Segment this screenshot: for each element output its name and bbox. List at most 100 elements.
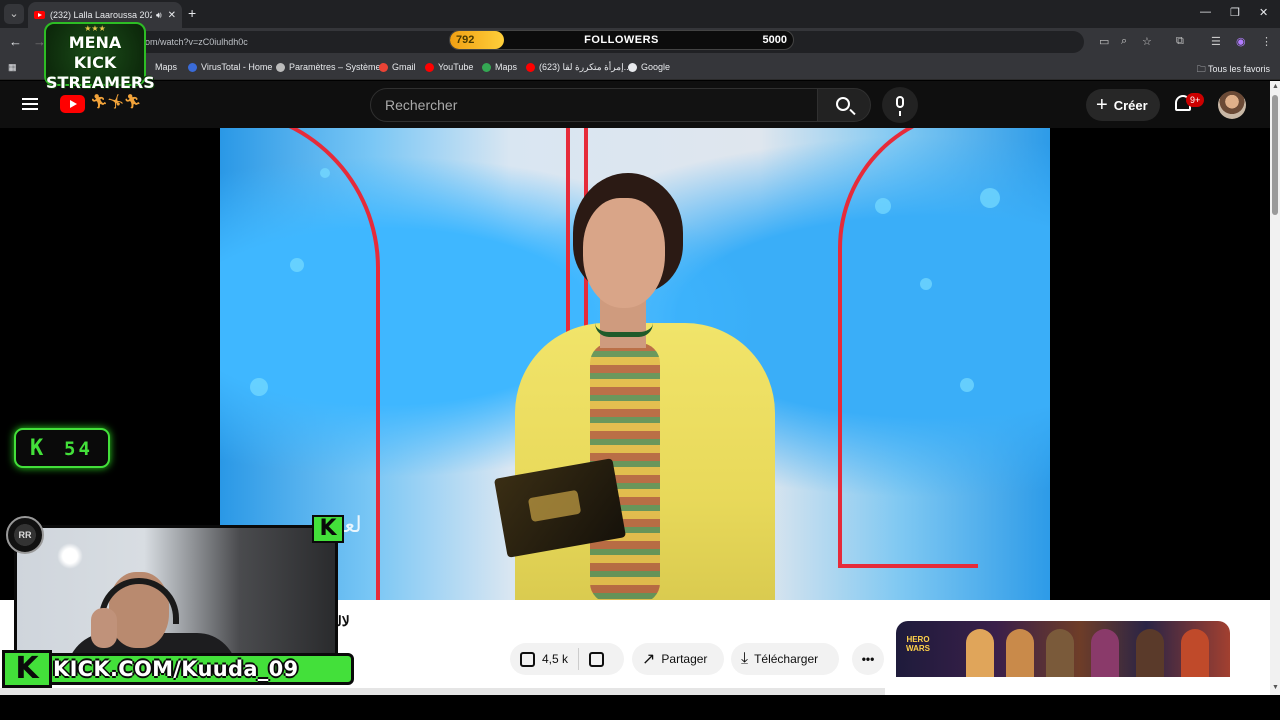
reading-list-icon[interactable]: ☰ — [1211, 35, 1221, 48]
like-divider — [578, 648, 580, 670]
share-button[interactable]: ↗ Partager — [632, 643, 724, 675]
description-divider — [0, 688, 885, 695]
bookmark-parametres[interactable]: Paramètres – Système — [276, 62, 381, 72]
create-label: Créer — [1113, 97, 1148, 113]
bookmark-label: YouTube — [438, 62, 474, 72]
bokeh-light — [980, 188, 1000, 208]
new-tab-button[interactable]: + — [188, 5, 196, 21]
bookmark-google[interactable]: Google — [628, 62, 670, 72]
tab-close-icon[interactable]: ✕ — [168, 10, 176, 21]
streamer-webcam — [14, 525, 338, 657]
scroll-down-arrow-icon[interactable]: ▼ — [1272, 684, 1279, 691]
ad-logo-line1: HERO — [906, 635, 930, 644]
bookmark-label: Maps — [495, 62, 518, 72]
bookmark-label: (623) إمرأة متكررة لقا... — [539, 62, 631, 72]
youtube-logo[interactable] — [60, 95, 85, 113]
dislike-thumb-icon[interactable] — [589, 651, 605, 667]
browser-tab-bar: ⌄ (232) Lalla Laaroussa 2026 🔊︎ ✕ + — ❐ … — [0, 0, 1280, 28]
viewer-count-widget: K 54 — [14, 428, 110, 468]
plus-icon: + — [1096, 94, 1108, 116]
ad-hero-figure — [1091, 629, 1119, 677]
green-necklace — [595, 323, 653, 337]
page-scrollbar[interactable]: ▲ ▼ — [1270, 81, 1280, 695]
kick-channel-url: KICK.COM/Kuuda_09 — [42, 653, 354, 685]
folder-icon: 🗀︎ — [1196, 64, 1208, 74]
youtube-favicon-icon — [34, 11, 45, 19]
menu-icon[interactable] — [22, 98, 38, 110]
ad-hero-figure — [1006, 629, 1034, 677]
all-bookmarks-label: Tous les favoris — [1207, 64, 1270, 74]
mena-kick-streamers-logo: ★★★ MENA KICK STREAMERS — [44, 22, 155, 92]
like-count[interactable]: 4,5 k — [542, 652, 568, 666]
apps-grid-icon[interactable]: ▦ — [8, 62, 17, 73]
bottom-bar — [0, 695, 1280, 720]
followers-current: 792 — [456, 34, 475, 46]
maps-pin-icon — [482, 62, 491, 72]
tab-title: (232) Lalla Laaroussa 2026 — [50, 10, 152, 20]
ad-logo-line2: WARS — [906, 644, 930, 653]
url-text[interactable]: om/watch?v=zC0iulhdh0c — [145, 37, 248, 47]
profile-icon[interactable]: ◉ — [1236, 35, 1246, 48]
tab-search-icon[interactable]: ⌄ — [4, 4, 24, 24]
followers-label: FOLLOWERS — [584, 34, 659, 46]
all-bookmarks[interactable]: 🗀︎ Tous les favoris — [1197, 62, 1270, 78]
scroll-thumb[interactable] — [1272, 95, 1278, 215]
audio-playing-icon[interactable]: 🔊︎ — [156, 10, 162, 21]
bookmarks-bar: ▦ Maps VirusTotal - Home Paramètres – Sy… — [0, 56, 1280, 80]
bookmark-maps[interactable]: Maps — [155, 62, 177, 72]
kick-channel-banner: KICK.COM/Kuuda_09 K — [2, 650, 354, 688]
ceiling-light — [57, 543, 83, 569]
account-avatar[interactable] — [1218, 91, 1246, 119]
followers-goal-bar: FOLLOWERS 792 5000 — [449, 30, 794, 50]
youtube-icon — [425, 62, 434, 72]
stage-arch-right — [838, 128, 978, 568]
voice-search-button[interactable] — [882, 87, 918, 123]
streamer-hand — [91, 608, 117, 648]
more-actions-button[interactable]: ••• — [852, 643, 884, 675]
cast-icon[interactable]: ▭ — [1099, 35, 1109, 48]
bookmark-gmail[interactable]: Gmail — [379, 62, 416, 72]
bookmark-star-icon[interactable]: ☆ — [1142, 35, 1152, 48]
ad-hero-figure — [966, 629, 994, 677]
ad-hero-figure — [1046, 629, 1074, 677]
like-dislike-group: 4,5 k — [510, 643, 624, 675]
google-icon — [628, 62, 637, 72]
microphone-icon — [896, 96, 904, 116]
browser-menu-icon[interactable]: ⋮ — [1261, 35, 1272, 48]
download-button[interactable]: ⤓ Télécharger — [731, 643, 839, 675]
search-input[interactable]: Rechercher — [370, 88, 818, 122]
doodle-figures-icon[interactable]: 🏃︎🤸︎🏃︎ — [90, 93, 141, 110]
bookmark-youtube[interactable]: YouTube — [425, 62, 473, 72]
search-icon — [836, 97, 850, 111]
viewer-count: 54 — [64, 438, 93, 460]
bookmark-maps-2[interactable]: Maps — [482, 62, 517, 72]
back-arrow-icon[interactable]: ← — [9, 34, 22, 49]
like-thumb-icon[interactable] — [520, 651, 535, 667]
stars-icon: ★★★ — [84, 24, 106, 33]
kick-k-icon: K — [30, 436, 44, 461]
bookmark-label: Gmail — [392, 62, 416, 72]
restore-icon[interactable]: ❐ — [1230, 6, 1240, 19]
streamer-badge: RR — [6, 516, 44, 554]
share-label: Partager — [661, 652, 708, 666]
close-window-icon[interactable]: ✕ — [1259, 6, 1268, 19]
bookmark-label: VirusTotal - Home — [201, 62, 273, 72]
sidebar-ad-banner[interactable]: HERO WARS — [896, 621, 1230, 677]
bookmark-virustotal[interactable]: VirusTotal - Home — [188, 62, 272, 72]
bookmark-label: Google — [641, 62, 671, 72]
bookmark-video[interactable]: (623) إمرأة متكررة لقا... — [526, 62, 631, 73]
zoom-icon[interactable]: ⌕ — [1121, 35, 1127, 48]
gmail-icon — [379, 62, 388, 72]
scroll-up-arrow-icon[interactable]: ▲ — [1272, 83, 1279, 90]
youtube-header: 🏃︎🤸︎🏃︎ Rechercher + Créer 9+ — [0, 81, 1270, 128]
ad-hero-figure — [1136, 629, 1164, 677]
logo-line-2: STREAMERS — [46, 73, 155, 92]
gear-icon — [276, 62, 285, 72]
search-button[interactable] — [817, 88, 871, 122]
download-label: Télécharger — [754, 652, 819, 666]
minimize-icon[interactable]: — — [1200, 6, 1211, 18]
extensions-icon[interactable]: ⧉ — [1176, 35, 1184, 48]
create-button[interactable]: + Créer — [1086, 89, 1160, 121]
notification-badge: 9+ — [1186, 93, 1205, 107]
followers-goal: 5000 — [762, 34, 787, 46]
